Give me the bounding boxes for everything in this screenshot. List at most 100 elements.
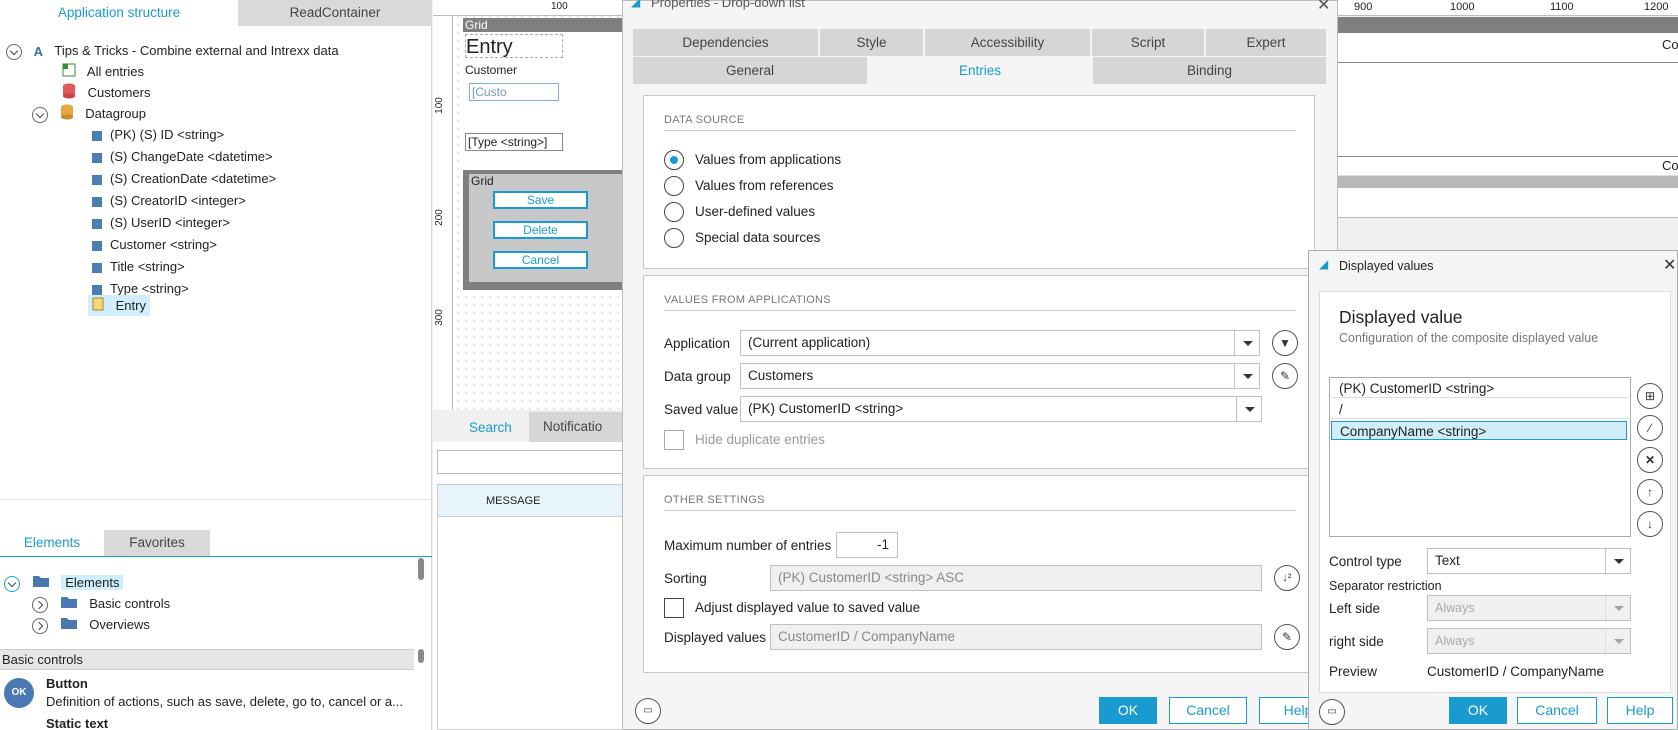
tree-item-label: Customer <string> [110,237,217,252]
move-up-icon[interactable]: ↑ [1637,479,1663,505]
ruler-label: 200 [433,209,445,226]
tab-binding[interactable]: Binding [1093,57,1326,84]
tree-item-basic-controls[interactable]: Basic controls [32,593,170,614]
hide-duplicates-checkbox[interactable] [664,430,684,450]
tab-notifications[interactable]: Notificatio [529,412,623,442]
saved-value-select[interactable]: (PK) CustomerID <string> [740,396,1262,422]
tree-item-datagroup[interactable]: Datagroup [32,103,146,124]
tree-root[interactable]: A Tips & Tricks - Combine external and I… [6,40,339,61]
chevron-down-icon[interactable] [1234,363,1260,389]
collapse-icon[interactable] [6,43,22,60]
tab-underline [0,556,432,557]
tree-item-field[interactable]: (S) UserID <integer> [92,212,230,233]
delete-button-preview[interactable]: Delete [493,221,588,239]
tree-item-entry[interactable]: Entry [88,295,150,316]
expand-icon[interactable] [32,617,48,634]
scrollbar-thumb[interactable] [418,558,424,580]
sort-icon[interactable]: ↓² [1274,565,1300,591]
customer-label[interactable]: Customer [465,63,517,77]
entry-title[interactable]: Entry [465,34,563,58]
tree-item-field[interactable]: (S) ChangeDate <datetime> [92,146,273,167]
field-icon [92,130,102,141]
form-designer-canvas: 100 100 200 300 Grid Entry Customer [Cus… [433,0,623,410]
tree-item-overviews[interactable]: Overviews [32,614,150,635]
radio-user-defined-values[interactable] [664,202,684,222]
close-icon[interactable]: ✕ [1317,0,1330,15]
help-button[interactable]: Help [1607,697,1673,724]
collapse-icon[interactable] [4,575,20,592]
cancel-button-preview[interactable]: Cancel [493,251,588,269]
customer-dropdown-preview[interactable]: [Custo [469,83,559,101]
tree-item-all-entries[interactable]: All entries [62,61,144,82]
tab-search[interactable]: Search [469,420,512,435]
scrollbar-thumb[interactable] [418,649,424,663]
tab-dependencies[interactable]: Dependencies [633,29,818,56]
radio-values-from-references[interactable] [664,176,684,196]
application-select[interactable]: (Current application) [740,330,1260,356]
database-icon [60,104,74,126]
ok-button[interactable]: OK [1099,697,1157,724]
search-input[interactable] [437,450,623,474]
tab-general[interactable]: General [633,57,867,84]
ok-button[interactable]: OK [1449,697,1507,724]
add-separator-icon[interactable]: ⁄ [1637,415,1663,441]
expand-icon[interactable] [32,596,48,613]
type-field-preview[interactable]: [Type <string>] [465,133,563,151]
tab-elements[interactable]: Elements [0,530,104,556]
tree-item-field[interactable]: (PK) (S) ID <string> [92,124,224,145]
radio-label: Values from applications [695,152,842,167]
control-type-select[interactable]: Text [1427,548,1631,574]
tab-script[interactable]: Script [1092,29,1204,56]
filter-icon[interactable]: ▼ [1272,330,1298,356]
message-column-header[interactable]: MESSAGE [486,495,540,507]
tab-expert[interactable]: Expert [1206,29,1326,56]
grid-container[interactable]: Grid Entry Customer [Custo [Type <string… [463,18,623,290]
tab-readcontainer[interactable]: ReadContainer [238,0,432,26]
tab-entries[interactable]: Entries [869,57,1091,84]
control-item-button[interactable]: OK Button Definition of actions, such as… [0,672,414,712]
tab-application-structure[interactable]: Application structure [0,0,238,26]
tab-favorites[interactable]: Favorites [104,530,210,556]
move-down-icon[interactable]: ↓ [1637,511,1663,537]
adjust-displayed-value-checkbox[interactable] [664,598,684,618]
radio-values-from-applications[interactable] [664,150,684,170]
chevron-down-icon[interactable] [1605,548,1631,574]
edit-icon[interactable]: ✎ [1272,363,1298,389]
tab-accessibility[interactable]: Accessibility [925,29,1090,56]
cancel-button[interactable]: Cancel [1517,697,1597,724]
edit-icon[interactable]: ✎ [1274,624,1300,650]
sorting-field: (PK) CustomerID <string> ASC [770,565,1262,591]
list-item-selected[interactable]: CompanyName <string> [1331,421,1627,440]
tree-item-field[interactable]: Customer <string> [92,234,217,255]
add-field-icon[interactable]: ⊞ [1637,383,1663,409]
tree-item-customers[interactable]: Customers [62,82,150,103]
cancel-button[interactable]: Cancel [1169,697,1247,724]
remove-icon[interactable]: ✕ [1637,447,1663,473]
section-line [664,510,1296,511]
radio-special-data-sources[interactable] [664,228,684,248]
tree-elements-root[interactable]: Elements [4,572,124,593]
chevron-down-icon[interactable] [1236,396,1262,422]
save-button-preview[interactable]: Save [493,191,588,209]
database-icon [62,83,76,105]
tree-item-field[interactable]: (S) CreationDate <datetime> [92,168,276,189]
datagroup-select[interactable]: Customers [740,363,1260,389]
layout-icon[interactable]: ▭ [1319,699,1345,725]
tree-item-field[interactable]: (S) CreatorID <integer> [92,190,246,211]
close-icon[interactable]: ✕ [1663,255,1676,275]
right-side-select: Always [1427,628,1631,654]
left-side-select: Always [1427,595,1631,621]
max-entries-input[interactable]: -1 [836,532,898,558]
tab-style[interactable]: Style [820,29,923,56]
tree-item-label: Entry [115,298,146,313]
max-entries-label: Maximum number of entries [664,538,832,553]
list-item[interactable]: / [1331,400,1629,419]
collapse-icon[interactable] [32,106,48,123]
chevron-down-icon[interactable] [1234,330,1260,356]
basic-controls-header: Basic controls [0,649,414,670]
grid-strip [1338,17,1678,33]
list-item[interactable]: (PK) CustomerID <string> [1331,379,1629,398]
tree-item-field[interactable]: Title <string> [92,256,185,277]
layout-icon[interactable]: ▭ [635,698,661,724]
control-title[interactable]: Static text [46,716,108,730]
